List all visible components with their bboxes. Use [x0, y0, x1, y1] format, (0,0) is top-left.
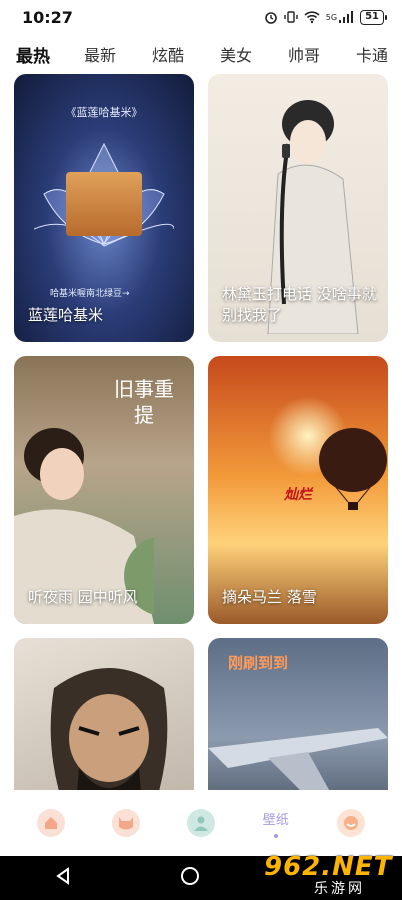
bottom-nav: 壁纸	[0, 790, 402, 856]
home-button-icon[interactable]	[180, 866, 200, 890]
poster-title: 《蓝莲哈基米》	[65, 106, 143, 119]
wallpaper-card[interactable]: 灿烂 摘朵马兰 落雪	[208, 356, 388, 624]
tab-hot[interactable]: 最热	[16, 42, 84, 67]
wifi-icon	[304, 10, 320, 24]
nav-profile-pic[interactable]	[174, 796, 228, 850]
balloon-illustration	[319, 428, 387, 510]
status-bar: 10:27 5G 51	[0, 0, 402, 34]
wallpaper-card[interactable]: 《蓝莲哈基米》 哈基米喔南北绿豆→ 蓝莲哈基米	[14, 74, 194, 342]
nav-home[interactable]	[24, 796, 78, 850]
nav-wallpaper[interactable]: 壁纸	[249, 796, 303, 850]
wallpaper-card[interactable]: 刚刷到到	[208, 638, 388, 790]
watermark-logo: 962.NET 乐游网	[264, 852, 394, 898]
tab-newest[interactable]: 最新	[84, 42, 152, 66]
wallpaper-card[interactable]: 旧事重提 听夜雨 园中听风	[14, 356, 194, 624]
category-tabs: 最热 最新 炫酷 美女 帅哥 卡通	[0, 34, 402, 74]
nav-wallpaper-label: 壁纸	[262, 812, 289, 828]
home-icon	[37, 809, 66, 837]
tab-cool[interactable]: 炫酷	[152, 42, 220, 66]
tab-beauty[interactable]: 美女	[220, 42, 288, 66]
warrior-illustration	[50, 668, 168, 790]
signal-icon: 5G	[326, 10, 354, 24]
wallpaper-card[interactable]: 林黛玉打电话 没啥事就别找我了	[208, 74, 388, 342]
poster-text: 刚刷到到	[228, 654, 289, 672]
nav-mine[interactable]	[324, 796, 378, 850]
avatar-icon	[186, 809, 215, 837]
cat-face-icon	[112, 809, 141, 837]
wallpaper-grid: 《蓝莲哈基米》 哈基米喔南北绿豆→ 蓝莲哈基米 林黛玉打电话 没啥事就别找我了 …	[0, 74, 402, 790]
active-indicator-dot	[273, 833, 278, 838]
card-caption: 听夜雨 园中听风	[28, 588, 138, 606]
watermark-site: 乐游网	[314, 881, 365, 897]
status-icons: 5G 51	[264, 9, 387, 25]
status-time: 10:27	[22, 7, 73, 27]
tab-handsome[interactable]: 帅哥	[288, 42, 356, 66]
poster-text: 灿烂	[284, 487, 312, 503]
back-icon[interactable]	[54, 867, 72, 889]
vibrate-icon	[284, 10, 298, 24]
nav-avatar[interactable]	[99, 796, 153, 850]
alarm-icon	[264, 10, 278, 24]
wallpaper-card[interactable]	[14, 638, 194, 790]
tab-cartoon[interactable]: 卡通	[356, 42, 402, 66]
cat-image	[66, 172, 142, 236]
smile-icon	[336, 809, 365, 837]
card-caption: 蓝莲哈基米	[28, 306, 104, 324]
card-caption: 林黛玉打电话 没啥事就别找我了	[222, 285, 377, 324]
jet-illustration	[208, 728, 388, 790]
card-caption: 摘朵马兰 落雪	[222, 588, 317, 606]
battery-indicator: 51	[360, 9, 387, 25]
poster-subline: 哈基米喔南北绿豆→	[50, 289, 130, 299]
poster-text: 旧事重提	[114, 377, 174, 427]
